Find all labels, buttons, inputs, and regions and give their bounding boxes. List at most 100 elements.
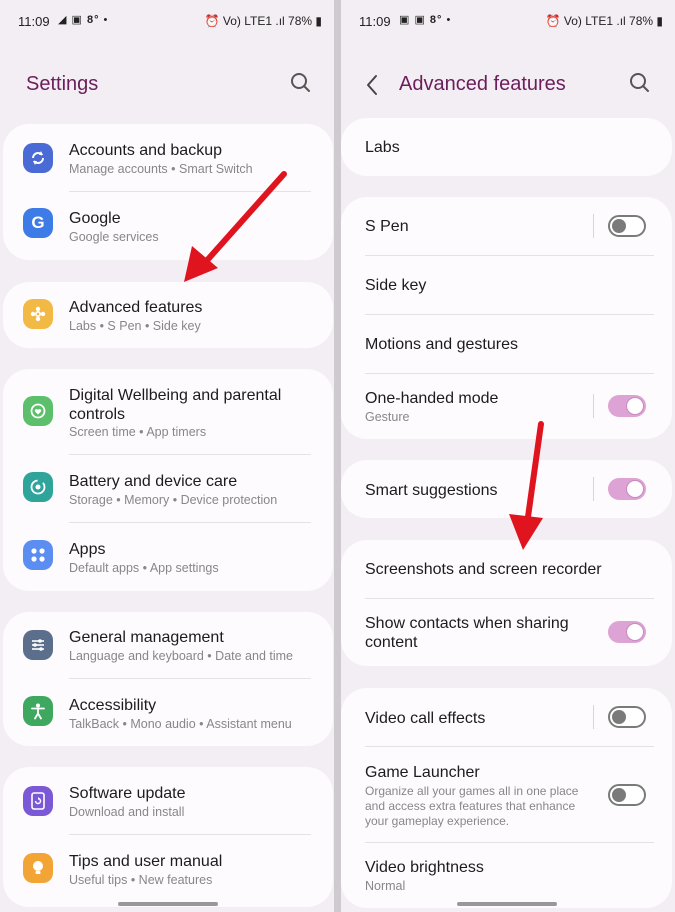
item-smart-suggestions[interactable]: Smart suggestions <box>341 460 672 518</box>
gesture-bar[interactable] <box>118 902 218 906</box>
item-title: Screenshots and screen recorder <box>365 561 602 578</box>
status-bar: 11:09 ◢ ▣ 8° • ⏰ Vo) LTE1 .ıl 78% ▮ <box>0 0 334 44</box>
item-subtitle: Normal <box>365 879 406 893</box>
vertical-divider <box>593 214 594 238</box>
search-icon <box>630 73 649 92</box>
card-smart-suggestions: Smart suggestions <box>341 460 672 518</box>
item-subtitle: Labs • S Pen • Side key <box>69 319 201 333</box>
item-title: General management <box>69 629 224 646</box>
status-bar: 11:09 ▣ ▣ 8° • ⏰ Vo) LTE1 .ıl 78% ▮ <box>341 0 675 44</box>
settings-item-software-update[interactable]: Software update Download and install <box>3 767 333 835</box>
item-subtitle: Default apps • App settings <box>69 561 219 575</box>
status-notification-icons: ◢ ▣ 8° • <box>58 14 109 26</box>
settings-card-wellbeing: Digital Wellbeing and parental controls … <box>3 369 333 591</box>
item-one-handed-mode[interactable]: One-handed mode Gesture <box>341 374 672 439</box>
item-labs[interactable]: Labs <box>341 118 672 176</box>
item-title: Advanced features <box>69 299 203 316</box>
settings-item-google[interactable]: G Google Google services <box>3 192 333 260</box>
item-title: S Pen <box>365 218 409 235</box>
page-title: Advanced features <box>399 73 566 95</box>
item-title: One-handed mode <box>365 390 499 407</box>
game-launcher-toggle[interactable] <box>608 784 646 806</box>
item-description: Organize all your games all in one place <box>365 784 579 798</box>
status-temperature: 8° <box>429 14 443 26</box>
card-labs: Labs <box>341 118 672 176</box>
sliders-icon <box>23 630 53 660</box>
video-call-effects-toggle[interactable] <box>608 706 646 728</box>
one-handed-mode-toggle[interactable] <box>608 395 646 417</box>
settings-item-battery-device-care[interactable]: Battery and device care Storage • Memory… <box>3 455 333 523</box>
item-motions-gestures[interactable]: Motions and gestures <box>341 315 672 373</box>
item-subtitle: Screen time • App timers <box>69 425 207 439</box>
item-title: Apps <box>69 541 106 558</box>
smart-suggestions-toggle[interactable] <box>608 478 646 500</box>
item-subtitle: Gesture <box>365 410 410 424</box>
item-title: Side key <box>365 277 427 294</box>
item-subtitle: Useful tips • New features <box>69 873 213 887</box>
advanced-features-screen: 11:09 ▣ ▣ 8° • ⏰ Vo) LTE1 .ıl 78% ▮ Adva… <box>341 0 675 912</box>
item-show-contacts-sharing[interactable]: Show contacts when sharing content <box>341 599 672 666</box>
item-subtitle: Manage accounts • Smart Switch <box>69 162 253 176</box>
s-pen-toggle[interactable] <box>608 215 646 237</box>
item-side-key[interactable]: Side key <box>341 256 672 314</box>
settings-item-accessibility[interactable]: Accessibility TalkBack • Mono audio • As… <box>3 679 333 746</box>
status-signal-battery: Vo) LTE1 .ıl 78% <box>563 14 654 28</box>
item-title: Labs <box>365 139 400 156</box>
settings-item-accounts[interactable]: Accounts and backup Manage accounts • Sm… <box>3 124 333 192</box>
settings-item-tips[interactable]: Tips and user manual Useful tips • New f… <box>3 835 333 903</box>
vertical-divider <box>593 705 594 729</box>
item-subtitle: Storage • Memory • Device protection <box>69 493 278 507</box>
item-title: Motions and gestures <box>365 336 518 353</box>
item-game-launcher[interactable]: Game Launcher Organize all your games al… <box>341 747 672 841</box>
card-screenshots-group: Screenshots and screen recorder Show con… <box>341 540 672 666</box>
search-button[interactable] <box>627 70 653 96</box>
item-title: Software update <box>69 785 186 802</box>
settings-card-advanced: Advanced features Labs • S Pen • Side ke… <box>3 282 333 348</box>
lightbulb-icon <box>23 853 53 883</box>
search-button[interactable] <box>288 70 314 96</box>
item-title: Tips and user manual <box>69 853 223 870</box>
chevron-left-icon <box>367 75 377 95</box>
card-spen-group: S Pen Side key Motions and gestures One-… <box>341 197 672 439</box>
item-title: Video brightness <box>365 859 484 876</box>
accessibility-icon <box>23 696 53 726</box>
status-time: 11:09 <box>359 14 391 29</box>
item-title: Game Launcher <box>365 764 480 781</box>
item-screenshots-recorder[interactable]: Screenshots and screen recorder <box>341 540 672 598</box>
item-subtitle: Download and install <box>69 805 185 819</box>
item-subtitle: Language and keyboard • Date and time <box>69 649 293 663</box>
panel-divider <box>334 0 341 912</box>
status-time: 11:09 <box>18 14 50 29</box>
item-video-call-effects[interactable]: Video call effects <box>341 688 672 746</box>
settings-card-accounts: Accounts and backup Manage accounts • Sm… <box>3 124 333 260</box>
device-care-icon <box>23 472 53 502</box>
item-title: Accounts and backup <box>69 142 222 159</box>
card-video-group: Video call effects Game Launcher Organiz… <box>341 688 672 908</box>
settings-item-digital-wellbeing[interactable]: Digital Wellbeing and parental controls … <box>3 369 333 453</box>
settings-card-software: Software update Download and install Tip… <box>3 767 333 907</box>
settings-item-general-management[interactable]: General management Language and keyboard… <box>3 612 333 679</box>
status-temperature: 8° <box>86 14 100 26</box>
show-contacts-toggle[interactable] <box>608 621 646 643</box>
item-title: Smart suggestions <box>365 482 498 499</box>
item-s-pen[interactable]: S Pen <box>341 197 672 255</box>
search-icon <box>291 73 310 92</box>
item-title: Google <box>69 210 121 227</box>
item-subtitle: TalkBack • Mono audio • Assistant menu <box>69 717 292 731</box>
item-title: Video call effects <box>365 710 486 727</box>
item-video-brightness[interactable]: Video brightness Normal <box>341 843 672 908</box>
vertical-divider <box>593 477 594 501</box>
item-description: and access extra features that enhance <box>365 799 576 813</box>
vertical-divider <box>593 394 594 418</box>
item-description: your gameplay experience. <box>365 814 510 828</box>
settings-item-apps[interactable]: Apps Default apps • App settings <box>3 523 333 591</box>
back-button[interactable] <box>361 72 383 98</box>
settings-item-advanced-features[interactable]: Advanced features Labs • S Pen • Side ke… <box>3 282 333 348</box>
item-title-line2: content <box>365 634 418 651</box>
page-title: Settings <box>26 73 99 95</box>
item-title: Show contacts when sharing <box>365 615 569 632</box>
google-icon: G <box>23 208 53 238</box>
status-signal-battery: Vo) LTE1 .ıl 78% <box>222 14 313 28</box>
software-update-icon <box>23 786 53 816</box>
gesture-bar[interactable] <box>457 902 557 906</box>
